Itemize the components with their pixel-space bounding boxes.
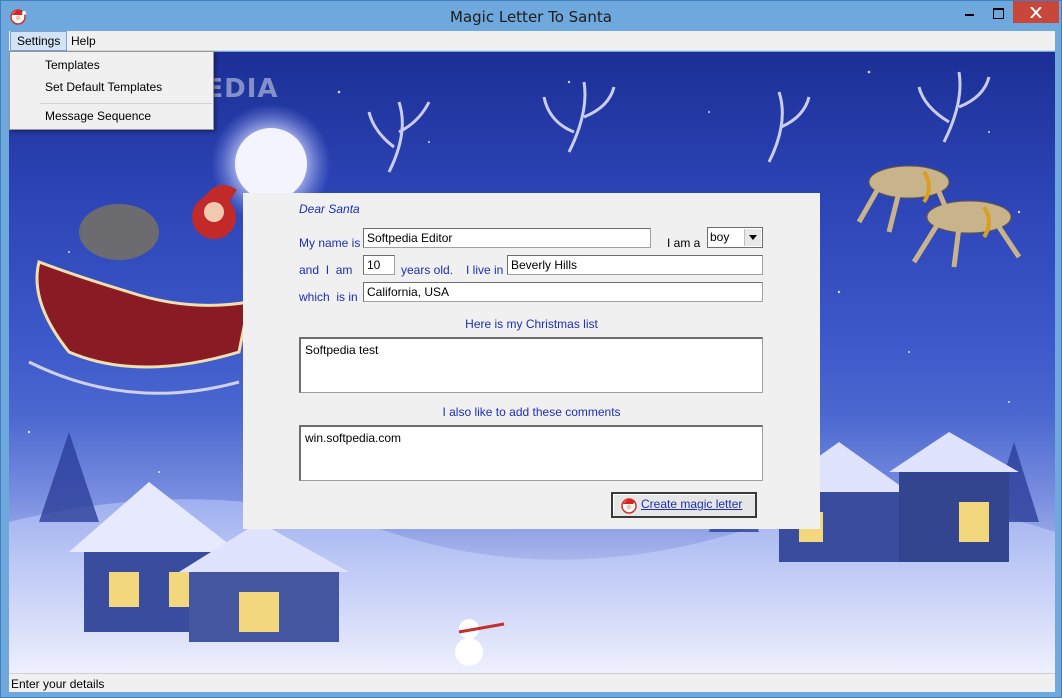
greeting-text: Dear Santa	[299, 202, 360, 216]
menu-item-message-sequence[interactable]: Message Sequence	[12, 105, 211, 127]
create-magic-letter-label: Create magic letter	[641, 497, 743, 511]
letter-form: Dear Santa My name is Softpedia Editor I…	[243, 193, 820, 529]
close-icon	[1030, 7, 1042, 18]
name-input[interactable]: Softpedia Editor	[363, 228, 651, 248]
maximize-button[interactable]	[983, 1, 1013, 23]
close-button[interactable]	[1013, 1, 1059, 23]
christmas-list-heading: Here is my Christmas list	[465, 317, 598, 331]
gender-label: I am a	[667, 236, 701, 250]
christmas-list-textarea[interactable]: Softpedia test	[299, 337, 763, 393]
title-bar[interactable]: Magic Letter To Santa	[1, 1, 1061, 31]
chevron-down-icon[interactable]	[744, 229, 761, 246]
comments-textarea[interactable]: win.softpedia.com	[299, 425, 763, 481]
menu-separator	[40, 103, 212, 104]
live-in-label: I live in	[466, 263, 504, 277]
state-input[interactable]: California, USA	[363, 282, 763, 302]
create-magic-letter-button[interactable]: Create magic letter	[611, 492, 757, 518]
santa-icon	[621, 498, 637, 514]
age-suffix-label: years old.	[401, 263, 454, 277]
settings-dropdown-menu: Templates Set Default Templates Message …	[9, 51, 214, 130]
menu-settings[interactable]: Settings	[10, 31, 68, 51]
menu-bar: Settings Help	[9, 31, 1055, 51]
age-input[interactable]: 10	[363, 255, 395, 275]
menu-item-set-default-templates[interactable]: Set Default Templates	[12, 76, 211, 98]
app-window: Magic Letter To Santa Settings Help Temp…	[0, 0, 1062, 698]
menu-help[interactable]: Help	[65, 31, 102, 51]
comments-heading: I also like to add these comments	[442, 405, 621, 419]
status-bar: Enter your details	[9, 673, 1055, 692]
age-prefix-label: and I am	[299, 263, 353, 277]
name-label: My name is	[299, 236, 361, 250]
gender-select[interactable]: boy	[707, 227, 763, 248]
gender-select-value: boy	[710, 230, 730, 244]
menu-item-templates[interactable]: Templates	[12, 54, 211, 76]
minimize-button[interactable]	[955, 1, 985, 23]
window-title: Magic Letter To Santa	[450, 8, 612, 26]
status-text: Enter your details	[11, 677, 105, 691]
which-is-in-label: which is in	[299, 290, 358, 304]
city-input[interactable]: Beverly Hills	[507, 255, 763, 275]
